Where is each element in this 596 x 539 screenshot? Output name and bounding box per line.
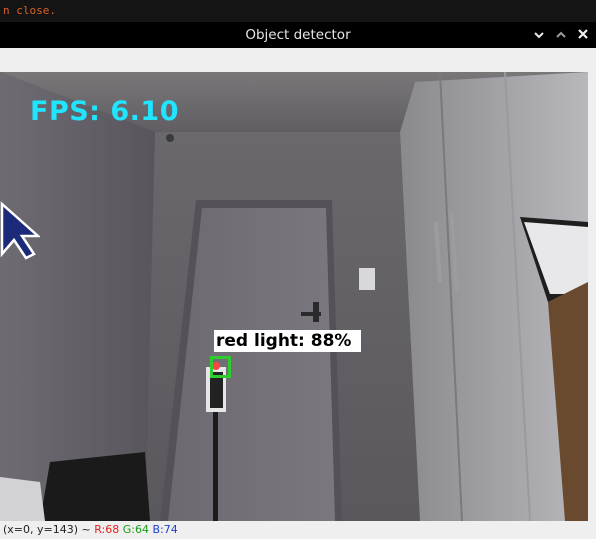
terminal-background: n close. [0,0,596,22]
toolbar-area [0,48,596,72]
chevron-down-icon [534,32,544,39]
close-icon [578,29,588,39]
minimize-button[interactable] [530,25,548,45]
close-button[interactable] [574,25,592,45]
terminal-text: n close. [3,4,56,17]
window-title: Object detector [245,27,351,43]
window-right-border [588,72,596,521]
status-coordinates: (x=0, y=143) ~ [3,523,95,536]
maximize-button[interactable] [552,25,570,45]
chevron-up-icon [556,31,566,38]
detection-bounding-box [210,356,231,378]
camera-view[interactable]: FPS: 6.10 red light: 88% [0,72,588,521]
status-red-value: R:68 [94,523,120,536]
status-green-value: G:64 [122,523,149,536]
status-blue-value: B:74 [152,523,178,536]
mouse-pointer-icon [0,200,42,264]
status-bar: (x=0, y=143) ~ R:68 G:64 B:74 [0,521,596,539]
fps-counter: FPS: 6.10 [30,96,179,127]
window-titlebar[interactable]: Object detector [0,22,596,48]
detection-label: red light: 88% [214,330,361,352]
camera-frame-image [0,72,588,521]
